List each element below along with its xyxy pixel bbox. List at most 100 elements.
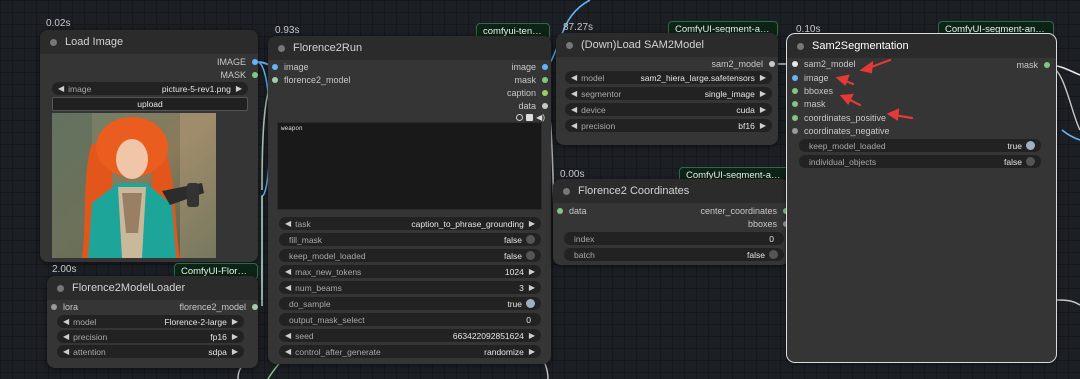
arrow-right-icon[interactable]: ▶ xyxy=(529,283,535,292)
text-input-area[interactable]: weapon xyxy=(277,122,542,210)
toggle-off-icon[interactable] xyxy=(769,250,778,259)
input-bboxes-slot[interactable]: bboxes xyxy=(792,85,833,97)
input-florence2-model-slot[interactable]: florence2_model xyxy=(272,74,351,86)
mask-port-icon[interactable] xyxy=(542,77,548,83)
arrow-left-icon[interactable]: ◀ xyxy=(63,332,69,341)
fill-mask-toggle[interactable]: fill_mask false xyxy=(279,233,541,246)
individual-objects-toggle[interactable]: individual_objects false xyxy=(799,155,1041,168)
input-sam2-model-slot[interactable]: sam2_model xyxy=(792,58,856,70)
arrow-left-icon[interactable]: ◀ xyxy=(571,121,577,130)
caption-port-icon[interactable] xyxy=(542,90,548,96)
model-port-icon[interactable] xyxy=(769,61,775,67)
collapse-dot-icon[interactable] xyxy=(566,41,573,49)
attention-select-widget[interactable]: ◀ attention sdpa ▶ xyxy=(57,345,244,358)
output-bboxes-slot[interactable]: bboxes xyxy=(748,218,789,230)
output-center-coordinates-slot[interactable]: center_coordinates xyxy=(700,205,789,217)
image-port-icon[interactable] xyxy=(252,59,258,65)
do-sample-toggle[interactable]: do_sample true xyxy=(279,297,541,310)
arrow-right-icon[interactable]: ▶ xyxy=(236,84,242,93)
collapse-dot-icon[interactable] xyxy=(50,38,57,46)
model-port-icon[interactable] xyxy=(792,61,798,67)
control-after-generate-widget[interactable]: ◀ control_after_generate randomize ▶ xyxy=(279,345,541,358)
output-caption-slot[interactable]: caption xyxy=(507,87,548,99)
arrow-left-icon[interactable]: ◀ xyxy=(571,89,577,98)
arrow-right-icon[interactable]: ▶ xyxy=(232,332,238,341)
lora-port-icon[interactable] xyxy=(51,304,57,310)
num-beams-widget[interactable]: ◀ num_beams 3 ▶ xyxy=(279,281,541,294)
sam2-precision-select-widget[interactable]: ◀ precision bf16 ▶ xyxy=(565,119,772,132)
toggle-on-icon[interactable] xyxy=(1026,141,1035,150)
load-image-header[interactable]: Load Image xyxy=(40,30,258,54)
input-image-slot[interactable]: image xyxy=(272,61,309,73)
florence2-model-loader-node[interactable]: Florence2ModelLoader lora florence2_mode… xyxy=(47,276,258,368)
toggle-on-icon[interactable] xyxy=(526,299,535,308)
sam2-model-select-widget[interactable]: ◀ model sam2_hiera_large.safetensors ▶ xyxy=(565,71,772,84)
keep-model-loaded-toggle[interactable]: keep_model_loaded true xyxy=(799,139,1041,152)
arrow-left-icon[interactable]: ◀ xyxy=(285,219,291,228)
device-select-widget[interactable]: ◀ device cuda ▶ xyxy=(565,103,772,116)
arrow-right-icon[interactable]: ▶ xyxy=(760,105,766,114)
model-port-icon[interactable] xyxy=(272,77,278,83)
collapse-dot-icon[interactable] xyxy=(563,187,570,195)
index-widget[interactable]: index 0 xyxy=(564,232,784,245)
loader-header[interactable]: Florence2ModelLoader xyxy=(47,276,258,300)
image-port-icon[interactable] xyxy=(792,75,798,81)
arrow-left-icon[interactable]: ◀ xyxy=(285,331,291,340)
output-florence2-model-slot[interactable]: florence2_model xyxy=(179,301,258,313)
model-select-widget[interactable]: ◀ model Florence-2-large ▶ xyxy=(57,315,244,328)
data-port-icon[interactable] xyxy=(542,103,548,109)
max-new-tokens-widget[interactable]: ◀ max_new_tokens 1024 ▶ xyxy=(279,265,541,278)
arrow-left-icon[interactable]: ◀ xyxy=(285,267,291,276)
data-port-icon[interactable] xyxy=(557,208,563,214)
input-coordinates-negative-slot[interactable]: coordinates_negative xyxy=(792,125,890,137)
coords-port-icon[interactable] xyxy=(792,128,798,134)
arrow-left-icon[interactable]: ◀ xyxy=(571,73,577,82)
arrow-left-icon[interactable]: ◀ xyxy=(63,347,69,356)
task-select-widget[interactable]: ◀ task caption_to_phrase_grounding ▶ xyxy=(279,217,541,230)
model-port-icon[interactable] xyxy=(252,304,258,310)
coords-port-icon[interactable] xyxy=(792,115,798,121)
collapse-dot-icon[interactable] xyxy=(797,42,804,50)
bboxes-port-icon[interactable] xyxy=(792,88,798,94)
mask-port-icon[interactable] xyxy=(252,72,258,78)
arrow-left-icon[interactable]: ◀ xyxy=(571,105,577,114)
input-lora-slot[interactable]: lora xyxy=(51,301,78,313)
florence2-coordinates-node[interactable]: Florence2 Coordinates data center_coordi… xyxy=(553,179,789,265)
keep-model-loaded-toggle[interactable]: keep_model_loaded false xyxy=(279,249,541,262)
output-image-slot[interactable]: IMAGE xyxy=(217,56,258,68)
image-port-icon[interactable] xyxy=(272,64,278,70)
output-mask-slot[interactable]: mask xyxy=(514,74,548,86)
arrow-right-icon[interactable]: ▶ xyxy=(760,89,766,98)
batch-toggle[interactable]: batch false xyxy=(564,248,784,261)
arrow-right-icon[interactable]: ▶ xyxy=(529,347,535,356)
coords-header[interactable]: Florence2 Coordinates xyxy=(553,179,789,203)
sam2seg-header[interactable]: Sam2Segmentation xyxy=(787,34,1056,58)
arrow-right-icon[interactable]: ▶ xyxy=(529,219,535,228)
florence2run-node[interactable]: Florence2Run image florence2_model image… xyxy=(268,36,551,364)
arrow-left-icon[interactable]: ◀ xyxy=(58,84,64,93)
arrow-right-icon[interactable]: ▶ xyxy=(760,73,766,82)
output-mask-slot[interactable]: MASK xyxy=(220,69,258,81)
load-image-node[interactable]: Load Image IMAGE MASK ◀ image picture-5-… xyxy=(40,30,258,262)
arrow-right-icon[interactable]: ▶ xyxy=(232,317,238,326)
input-mask-slot[interactable]: mask xyxy=(792,98,826,110)
toggle-off-icon[interactable] xyxy=(526,251,535,260)
arrow-left-icon[interactable]: ◀ xyxy=(285,347,291,356)
seed-widget[interactable]: ◀ seed 663422092851624 ▶ xyxy=(279,329,541,342)
mask-port-icon[interactable] xyxy=(792,101,798,107)
checkbox-icon[interactable] xyxy=(526,114,534,121)
collapse-dot-icon[interactable] xyxy=(278,44,285,52)
arrow-right-icon[interactable]: ▶ xyxy=(232,347,238,356)
arrow-right-icon[interactable]: ▶ xyxy=(529,331,535,340)
image-select-widget[interactable]: ◀ image picture-5-rev1.png ▶ xyxy=(52,82,248,95)
image-port-icon[interactable] xyxy=(542,64,548,70)
input-coordinates-positive-slot[interactable]: coordinates_positive xyxy=(792,112,886,124)
arrow-right-icon[interactable]: ▶ xyxy=(760,121,766,130)
florence2run-header[interactable]: Florence2Run xyxy=(268,36,551,60)
load-sam2-model-node[interactable]: (Down)Load SAM2Model sam2_model ◀ model … xyxy=(556,33,778,145)
output-mask-select-widget[interactable]: output_mask_select 0 xyxy=(279,313,541,326)
arrow-right-icon[interactable]: ▶ xyxy=(529,267,535,276)
precision-select-widget[interactable]: ◀ precision fp16 ▶ xyxy=(57,330,244,343)
segmentor-select-widget[interactable]: ◀ segmentor single_image ▶ xyxy=(565,87,772,100)
output-image-slot[interactable]: image xyxy=(511,61,548,73)
